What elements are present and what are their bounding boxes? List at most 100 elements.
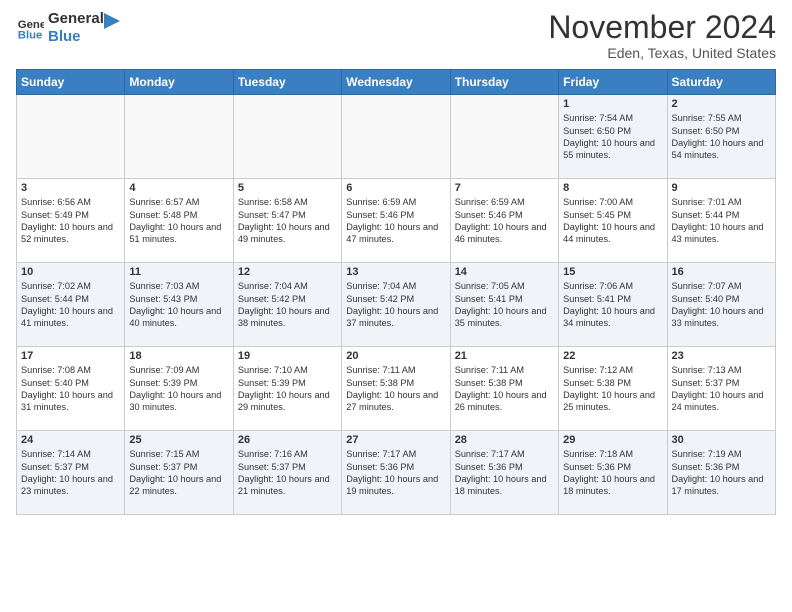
logo-line1: General (48, 10, 104, 28)
calendar-cell: 3 Sunrise: 6:56 AM Sunset: 5:49 PM Daylig… (17, 179, 125, 263)
day-number: 22 (563, 350, 662, 362)
day-number: 23 (672, 350, 771, 362)
day-number: 16 (672, 266, 771, 278)
cell-content: Sunrise: 7:04 AM Sunset: 5:42 PM Dayligh… (238, 280, 337, 330)
day-number: 12 (238, 266, 337, 278)
logo: General Blue General Blue (16, 10, 120, 46)
day-number: 2 (672, 98, 771, 110)
day-number: 11 (129, 266, 228, 278)
header-day-wednesday: Wednesday (342, 70, 450, 95)
cell-content: Sunrise: 7:18 AM Sunset: 5:36 PM Dayligh… (563, 448, 662, 498)
calendar-table: SundayMondayTuesdayWednesdayThursdayFrid… (16, 69, 776, 515)
cell-content: Sunrise: 6:56 AM Sunset: 5:49 PM Dayligh… (21, 196, 120, 246)
calendar-cell: 18 Sunrise: 7:09 AM Sunset: 5:39 PM Dayli… (125, 347, 233, 431)
week-row-3: 10 Sunrise: 7:02 AM Sunset: 5:44 PM Dayli… (17, 263, 776, 347)
calendar-cell: 4 Sunrise: 6:57 AM Sunset: 5:48 PM Daylig… (125, 179, 233, 263)
cell-content: Sunrise: 7:13 AM Sunset: 5:37 PM Dayligh… (672, 364, 771, 414)
cell-content: Sunrise: 7:06 AM Sunset: 5:41 PM Dayligh… (563, 280, 662, 330)
cell-content: Sunrise: 7:05 AM Sunset: 5:41 PM Dayligh… (455, 280, 554, 330)
calendar-cell: 7 Sunrise: 6:59 AM Sunset: 5:46 PM Daylig… (450, 179, 558, 263)
day-number: 30 (672, 434, 771, 446)
week-row-4: 17 Sunrise: 7:08 AM Sunset: 5:40 PM Dayli… (17, 347, 776, 431)
calendar-cell: 13Sunrise: 7:04 AM Sunset: 5:42 PM Dayli… (342, 263, 450, 347)
cell-content: Sunrise: 6:59 AM Sunset: 5:46 PM Dayligh… (455, 196, 554, 246)
calendar-page: General Blue General Blue November 2024 … (0, 0, 792, 612)
week-row-5: 24Sunrise: 7:14 AM Sunset: 5:37 PM Dayli… (17, 431, 776, 515)
cell-content: Sunrise: 7:01 AM Sunset: 5:44 PM Dayligh… (672, 196, 771, 246)
header-day-saturday: Saturday (667, 70, 775, 95)
calendar-cell: 14 Sunrise: 7:05 AM Sunset: 5:41 PM Dayli… (450, 263, 558, 347)
cell-content: Sunrise: 6:58 AM Sunset: 5:47 PM Dayligh… (238, 196, 337, 246)
calendar-cell: 2Sunrise: 7:55 AM Sunset: 6:50 PM Daylig… (667, 95, 775, 179)
calendar-cell (125, 95, 233, 179)
calendar-cell: 23 Sunrise: 7:13 AM Sunset: 5:37 PM Dayli… (667, 347, 775, 431)
day-number: 7 (455, 182, 554, 194)
cell-content: Sunrise: 7:11 AM Sunset: 5:38 PM Dayligh… (346, 364, 445, 414)
day-number: 1 (563, 98, 662, 110)
logo-icon: General Blue (16, 14, 44, 42)
svg-text:Blue: Blue (18, 30, 43, 42)
calendar-cell: 27 Sunrise: 7:17 AM Sunset: 5:36 PM Dayli… (342, 431, 450, 515)
cell-content: Sunrise: 7:17 AM Sunset: 5:36 PM Dayligh… (346, 448, 445, 498)
calendar-cell: 16 Sunrise: 7:07 AM Sunset: 5:40 PM Dayli… (667, 263, 775, 347)
calendar-cell: 21Sunrise: 7:11 AM Sunset: 5:38 PM Dayli… (450, 347, 558, 431)
title-block: November 2024 Eden, Texas, United States (548, 10, 776, 61)
cell-content: Sunrise: 7:12 AM Sunset: 5:38 PM Dayligh… (563, 364, 662, 414)
cell-content: Sunrise: 7:16 AM Sunset: 5:37 PM Dayligh… (238, 448, 337, 498)
cell-content: Sunrise: 7:19 AM Sunset: 5:36 PM Dayligh… (672, 448, 771, 498)
calendar-cell: 10 Sunrise: 7:02 AM Sunset: 5:44 PM Dayli… (17, 263, 125, 347)
day-number: 8 (563, 182, 662, 194)
calendar-cell: 11 Sunrise: 7:03 AM Sunset: 5:43 PM Dayli… (125, 263, 233, 347)
logo-triangle-icon (104, 13, 120, 33)
calendar-cell: 19 Sunrise: 7:10 AM Sunset: 5:39 PM Dayli… (233, 347, 341, 431)
logo-line2: Blue (48, 28, 104, 46)
day-number: 17 (21, 350, 120, 362)
location: Eden, Texas, United States (548, 45, 776, 61)
header-day-thursday: Thursday (450, 70, 558, 95)
calendar-cell: 20 Sunrise: 7:11 AM Sunset: 5:38 PM Dayli… (342, 347, 450, 431)
calendar-cell: 25Sunrise: 7:15 AM Sunset: 5:37 PM Dayli… (125, 431, 233, 515)
calendar-cell (17, 95, 125, 179)
header-row: SundayMondayTuesdayWednesdayThursdayFrid… (17, 70, 776, 95)
calendar-cell (450, 95, 558, 179)
day-number: 29 (563, 434, 662, 446)
day-number: 26 (238, 434, 337, 446)
day-number: 15 (563, 266, 662, 278)
cell-content: Sunrise: 7:14 AM Sunset: 5:37 PM Dayligh… (21, 448, 120, 498)
header-day-friday: Friday (559, 70, 667, 95)
calendar-cell: 30 Sunrise: 7:19 AM Sunset: 5:36 PM Dayli… (667, 431, 775, 515)
day-number: 19 (238, 350, 337, 362)
cell-content: Sunrise: 7:54 AM Sunset: 6:50 PM Dayligh… (563, 112, 662, 162)
calendar-cell: 12 Sunrise: 7:04 AM Sunset: 5:42 PM Dayli… (233, 263, 341, 347)
cell-content: Sunrise: 7:09 AM Sunset: 5:39 PM Dayligh… (129, 364, 228, 414)
day-number: 9 (672, 182, 771, 194)
day-number: 5 (238, 182, 337, 194)
day-number: 18 (129, 350, 228, 362)
cell-content: Sunrise: 7:15 AM Sunset: 5:37 PM Dayligh… (129, 448, 228, 498)
day-number: 10 (21, 266, 120, 278)
cell-content: Sunrise: 7:03 AM Sunset: 5:43 PM Dayligh… (129, 280, 228, 330)
calendar-cell: 9 Sunrise: 7:01 AM Sunset: 5:44 PM Daylig… (667, 179, 775, 263)
calendar-cell: 5 Sunrise: 6:58 AM Sunset: 5:47 PM Daylig… (233, 179, 341, 263)
calendar-cell: 28Sunrise: 7:17 AM Sunset: 5:36 PM Dayli… (450, 431, 558, 515)
calendar-cell: 24Sunrise: 7:14 AM Sunset: 5:37 PM Dayli… (17, 431, 125, 515)
day-number: 3 (21, 182, 120, 194)
calendar-cell: 17 Sunrise: 7:08 AM Sunset: 5:40 PM Dayli… (17, 347, 125, 431)
day-number: 14 (455, 266, 554, 278)
cell-content: Sunrise: 6:59 AM Sunset: 5:46 PM Dayligh… (346, 196, 445, 246)
cell-content: Sunrise: 7:02 AM Sunset: 5:44 PM Dayligh… (21, 280, 120, 330)
day-number: 20 (346, 350, 445, 362)
cell-content: Sunrise: 7:00 AM Sunset: 5:45 PM Dayligh… (563, 196, 662, 246)
day-number: 4 (129, 182, 228, 194)
cell-content: Sunrise: 7:10 AM Sunset: 5:39 PM Dayligh… (238, 364, 337, 414)
calendar-cell (342, 95, 450, 179)
day-number: 6 (346, 182, 445, 194)
calendar-cell: 6 Sunrise: 6:59 AM Sunset: 5:46 PM Daylig… (342, 179, 450, 263)
day-number: 21 (455, 350, 554, 362)
cell-content: Sunrise: 7:07 AM Sunset: 5:40 PM Dayligh… (672, 280, 771, 330)
calendar-cell: 8 Sunrise: 7:00 AM Sunset: 5:45 PM Daylig… (559, 179, 667, 263)
day-number: 27 (346, 434, 445, 446)
cell-content: Sunrise: 7:08 AM Sunset: 5:40 PM Dayligh… (21, 364, 120, 414)
cell-content: Sunrise: 6:57 AM Sunset: 5:48 PM Dayligh… (129, 196, 228, 246)
calendar-cell: 22 Sunrise: 7:12 AM Sunset: 5:38 PM Dayli… (559, 347, 667, 431)
